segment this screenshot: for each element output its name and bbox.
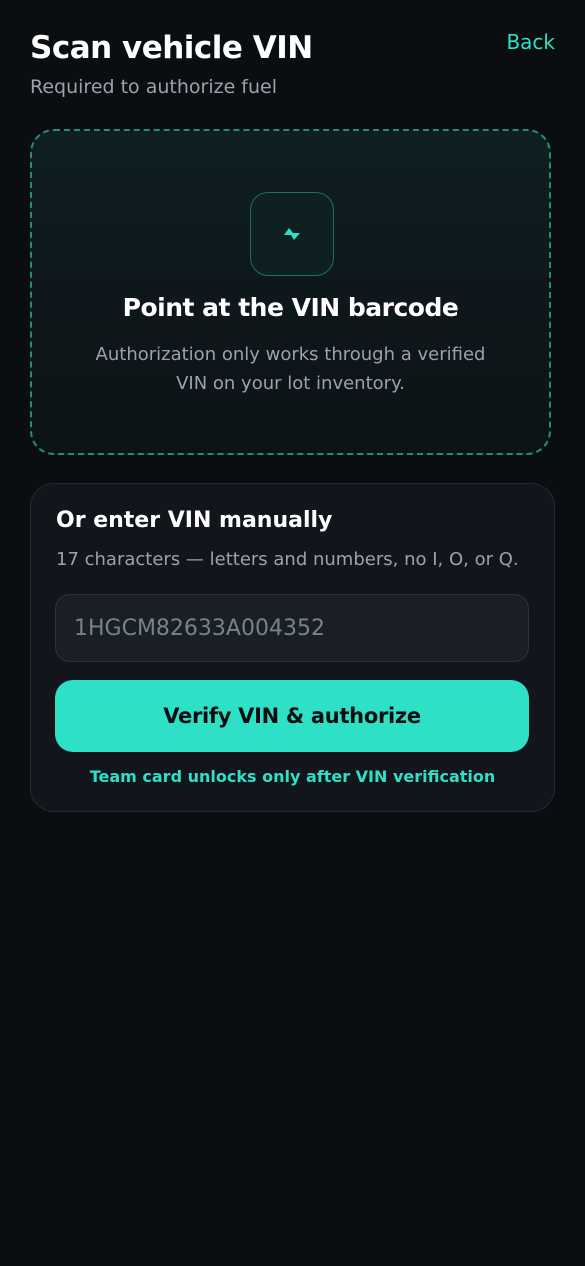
scan-area[interactable]: Point at the VIN barcode Authorization o… bbox=[30, 129, 551, 455]
manual-entry-card: Or enter VIN manually 17 characters — le… bbox=[30, 483, 555, 812]
page-title: Scan vehicle VIN bbox=[30, 30, 313, 66]
unlock-note: Team card unlocks only after VIN verific… bbox=[89, 767, 496, 786]
header: Scan vehicle VIN Required to authorize f… bbox=[30, 30, 555, 100]
back-button[interactable]: Back bbox=[506, 30, 555, 54]
verify-vin-button[interactable]: Verify VIN & authorize bbox=[55, 680, 529, 752]
scan-description: Authorization only works through a verif… bbox=[95, 344, 486, 394]
bolt-icon bbox=[284, 228, 300, 240]
vin-input[interactable] bbox=[55, 594, 529, 662]
page-subtitle: Required to authorize fuel bbox=[30, 76, 278, 98]
scan-vin-screen: Scan vehicle VIN Required to authorize f… bbox=[0, 0, 585, 1266]
scan-heading: Point at the VIN barcode bbox=[122, 293, 459, 322]
manual-entry-heading: Or enter VIN manually bbox=[56, 508, 333, 533]
scan-icon-container bbox=[250, 192, 334, 276]
manual-entry-hint: 17 characters — letters and numbers, no … bbox=[56, 549, 519, 570]
